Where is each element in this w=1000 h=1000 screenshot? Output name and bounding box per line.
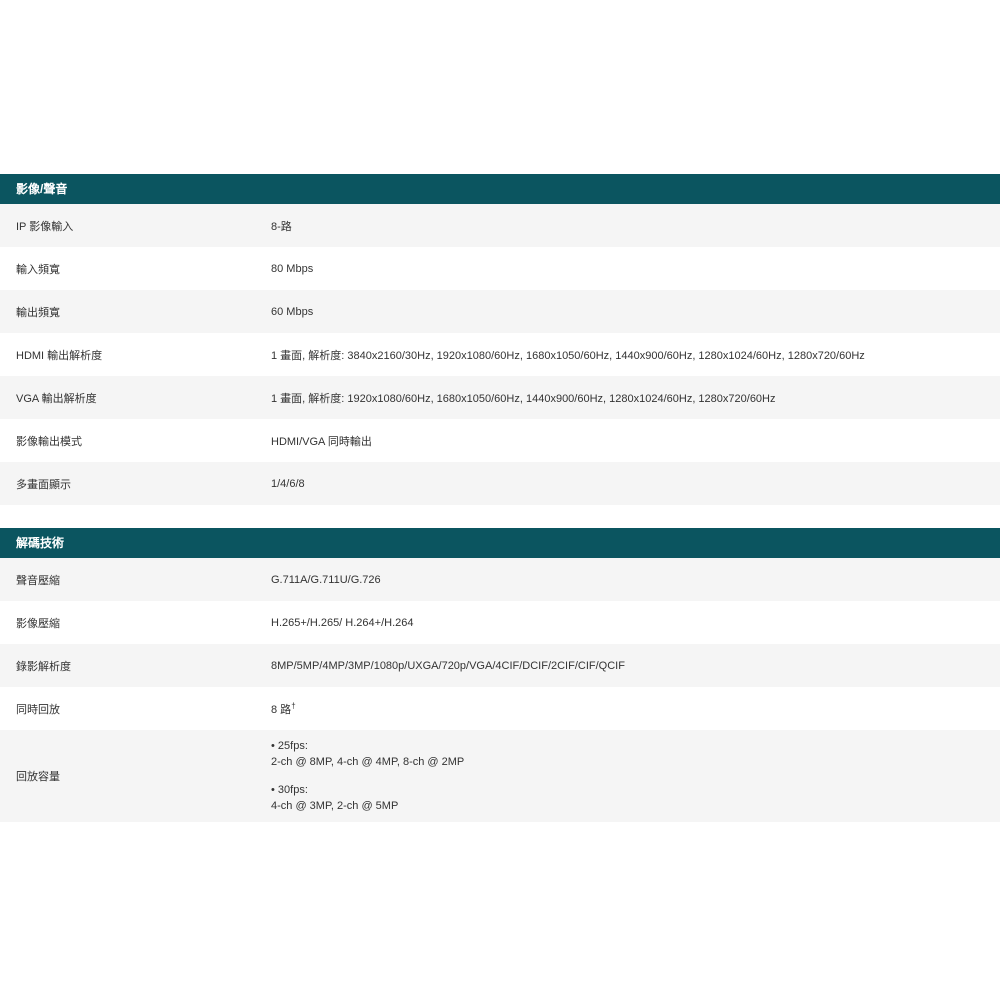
playback-bullet-30fps: • 30fps: 4-ch @ 3MP, 2-ch @ 5MP: [271, 782, 464, 814]
spec-label: HDMI 輸出解析度: [16, 349, 103, 362]
bullet-head: • 25fps:: [271, 740, 308, 752]
spec-row-video-compression: 影像壓縮 H.265+/H.265/ H.264+/H.264: [0, 601, 1000, 644]
spec-row-output-bandwidth: 輸出頻寬 60 Mbps: [0, 290, 1000, 333]
spec-value: G.711A/G.711U/G.726: [271, 573, 381, 586]
spec-label: 多畫面顯示: [16, 478, 71, 491]
spec-value: 1 畫面, 解析度: 1920x1080/60Hz, 1680x1050/60H…: [271, 392, 776, 405]
bullet-head: • 30fps:: [271, 784, 308, 796]
spec-value: 80 Mbps: [271, 262, 314, 275]
spec-row-input-bandwidth: 輸入頻寬 80 Mbps: [0, 247, 1000, 290]
bullet-detail: 2-ch @ 8MP, 4-ch @ 4MP, 8-ch @ 2MP: [271, 756, 465, 768]
spec-label: 輸入頻寬: [16, 263, 60, 276]
spec-label: 輸出頻寬: [16, 306, 60, 319]
spec-label: 同時回放: [16, 703, 60, 716]
video-audio-section: 影像/聲音 IP 影像輸入 8-路 輸入頻寬 80 Mbps 輸出頻寬 60 M…: [0, 174, 1000, 505]
spec-row-hdmi-resolution: HDMI 輸出解析度 1 畫面, 解析度: 3840x2160/30Hz, 19…: [0, 333, 1000, 376]
spec-row-multi-screen-display: 多畫面顯示 1/4/6/8: [0, 462, 1000, 505]
section-header-decoding: 解碼技術: [0, 528, 1000, 558]
decoding-section: 解碼技術 聲音壓縮 G.711A/G.711U/G.726 影像壓縮 H.265…: [0, 528, 1000, 822]
spec-row-vga-resolution: VGA 輸出解析度 1 畫面, 解析度: 1920x1080/60Hz, 168…: [0, 376, 1000, 419]
spec-label: 回放容量: [16, 771, 60, 783]
spec-value: 1/4/6/8: [271, 477, 305, 490]
spec-value: 1 畫面, 解析度: 3840x2160/30Hz, 1920x1080/60H…: [271, 349, 865, 362]
footnote-mark: †: [291, 700, 296, 710]
spec-value: 8-路: [271, 220, 292, 233]
playback-bullet-25fps: • 25fps: 2-ch @ 8MP, 4-ch @ 4MP, 8-ch @ …: [271, 738, 464, 770]
spec-value: HDMI/VGA 同時輸出: [271, 435, 372, 448]
spec-value: • 25fps: 2-ch @ 8MP, 4-ch @ 4MP, 8-ch @ …: [255, 738, 464, 814]
spec-row-playback-capacity: 回放容量 • 25fps: 2-ch @ 8MP, 4-ch @ 4MP, 8-…: [0, 730, 1000, 822]
spec-value: H.265+/H.265/ H.264+/H.264: [271, 616, 414, 629]
spec-value: 8MP/5MP/4MP/3MP/1080p/UXGA/720p/VGA/4CIF…: [271, 659, 625, 672]
spec-label: 影像壓縮: [16, 617, 60, 630]
section-header-video-audio: 影像/聲音: [0, 174, 1000, 204]
spec-label: 影像輸出模式: [16, 435, 82, 448]
spec-label: IP 影像輸入: [16, 220, 74, 233]
spec-label: 聲音壓縮: [16, 574, 60, 587]
spec-label: 錄影解析度: [16, 660, 71, 673]
spec-row-audio-compression: 聲音壓縮 G.711A/G.711U/G.726: [0, 558, 1000, 601]
spec-row-synchronous-playback: 同時回放 8 路†: [0, 687, 1000, 730]
spec-value-text: 8 路: [271, 703, 292, 716]
spec-row-ip-video-input: IP 影像輸入 8-路: [0, 204, 1000, 247]
spec-label: VGA 輸出解析度: [16, 392, 97, 405]
spec-page: 影像/聲音 IP 影像輸入 8-路 輸入頻寬 80 Mbps 輸出頻寬 60 M…: [0, 0, 1000, 1000]
bullet-detail: 4-ch @ 3MP, 2-ch @ 5MP: [271, 800, 399, 812]
spec-row-recording-resolution: 錄影解析度 8MP/5MP/4MP/3MP/1080p/UXGA/720p/VG…: [0, 644, 1000, 687]
spec-row-video-output-mode: 影像輸出模式 HDMI/VGA 同時輸出: [0, 419, 1000, 462]
spec-value: 8 路†: [255, 701, 296, 717]
spec-value: 60 Mbps: [271, 305, 314, 318]
